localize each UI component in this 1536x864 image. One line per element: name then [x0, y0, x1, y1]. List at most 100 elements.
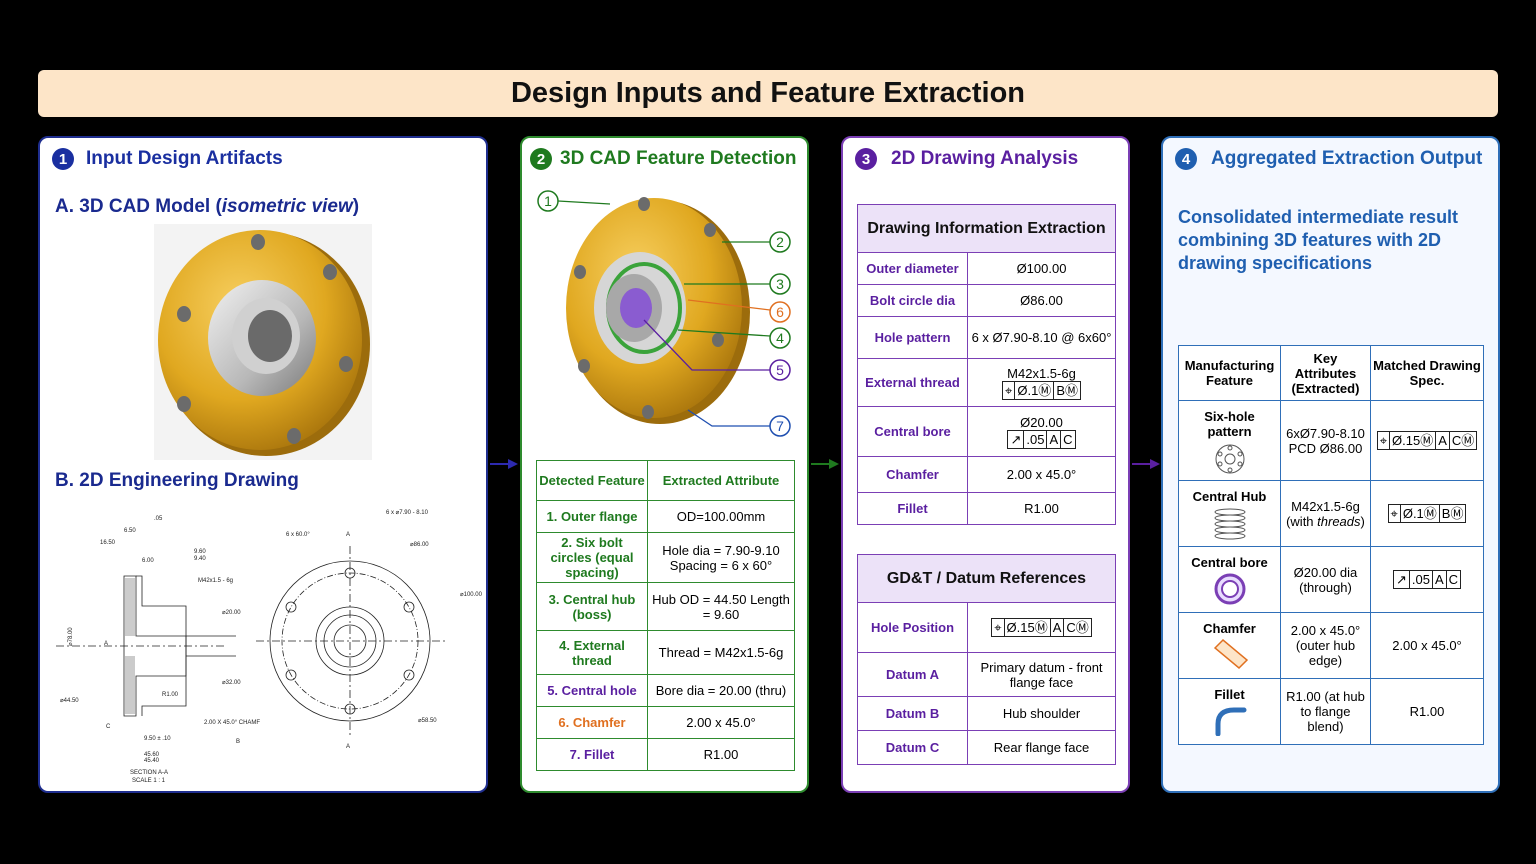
feature-cell: 6. Chamfer [536, 706, 648, 739]
position-icon: ⌖ [992, 619, 1005, 636]
table-row: 1. Outer flange OD=100.00mm [536, 500, 795, 533]
spec-cell: ↗ .05 A C [1369, 546, 1485, 613]
dim-text: 9.60 [194, 549, 206, 555]
label-cell: External thread [857, 358, 968, 407]
attr-cell: Thread = M42x1.5-6g [647, 630, 795, 675]
scale-label: SCALE 1 : 1 [132, 778, 166, 784]
panel-header: 4 Aggregated Extraction Output [1175, 148, 1482, 170]
callout-7: 7 [776, 418, 784, 434]
coil-icon [1214, 508, 1245, 540]
engineering-drawing: 6.50 16.50 6.00 9.60 9.40 M42x1.5 - 6g ⌀… [56, 510, 483, 784]
step-number: 1 [52, 148, 74, 170]
value-cell: Ø20.00 ↗ .05 A C [967, 406, 1116, 457]
attr-cell: Bore dia = 20.00 (thru) [647, 674, 795, 707]
panel-header: 3 2D Drawing Analysis [855, 148, 1078, 170]
feature-cell: 2. Six bolt circles (equal spacing) [536, 532, 648, 583]
bolt-hole [177, 306, 191, 322]
gdt-datum-table: GD&T / Datum References Hole Position ⌖ Ø… [857, 554, 1116, 765]
label-cell: Hole pattern [857, 316, 968, 359]
bore-value: Ø20.00 [1020, 414, 1063, 430]
arrow-right-icon [1132, 459, 1160, 469]
chamfer-icon [1213, 638, 1248, 670]
bolt-hole [712, 333, 724, 347]
fcf-cell: BⓂ [1441, 506, 1464, 521]
table-header: Key Attributes (Extracted) [1280, 345, 1371, 401]
callout-6: 6 [776, 304, 784, 320]
table-row: Hole pattern 6 x Ø7.90-8.10 @ 6x60° [857, 316, 1116, 359]
runout-icon: ↗ [1008, 430, 1025, 448]
feature-cell: Chamfer [1178, 612, 1281, 679]
panel-2d-drawing-analysis: 3 2D Drawing Analysis Drawing Informatio… [841, 136, 1130, 793]
step-number: 4 [1175, 148, 1197, 170]
label-cell: Datum C [857, 730, 968, 765]
panel-cad-feature-detection: 2 3D CAD Feature Detection 1 2 3 6 4 5 7… [520, 136, 809, 793]
table-row: 7. Fillet R1.00 [536, 738, 795, 771]
feature-label: Fillet [1214, 687, 1245, 702]
value-cell: Ø86.00 [967, 284, 1116, 317]
dim-text: 6.00 [142, 558, 154, 564]
arrow-right-icon [811, 459, 839, 469]
feature-cell: 7. Fillet [536, 738, 648, 771]
sub-a-prefix: A. 3D CAD Model ( [55, 196, 222, 217]
label-cell: Outer diameter [857, 252, 968, 285]
value-cell: R1.00 [967, 492, 1116, 525]
table-header: Matched Drawing Spec. [1369, 345, 1485, 401]
fcf-cell: .05 [1410, 571, 1433, 588]
attr-cell: 2.00 x 45.0° (outer hub edge) [1280, 612, 1371, 679]
attr-cell: R1.00 [647, 738, 795, 771]
thread-value: M42x1.5-6g [1007, 365, 1076, 381]
fcf-cell: .05 [1024, 430, 1048, 448]
feature-cell: Fillet [1178, 678, 1281, 745]
fcf-cell: Ø.1Ⓜ [1401, 505, 1440, 522]
fcf-cell: CⓂ [1451, 433, 1475, 448]
table-row: Outer diameter Ø100.00 [857, 252, 1116, 285]
callout-3: 3 [776, 276, 784, 292]
dim-text: ⌀86.00 [410, 542, 429, 548]
table-row: Central bore Ø20.00 dia (through) ↗ .05 A C [1178, 546, 1485, 613]
label-cell: Chamfer [857, 456, 968, 493]
attr-cell: 2.00 x 45.0° [647, 706, 795, 739]
panel-title: 3D CAD Feature Detection [560, 148, 797, 169]
fcf-cell: A [1436, 432, 1450, 449]
panel-aggregated-output: 4 Aggregated Extraction Output Consolida… [1161, 136, 1500, 793]
dim-text: 2.00 X 45.0° CHAMF [204, 720, 260, 726]
spec-cell: ⌖ Ø.1Ⓜ BⓂ [1369, 480, 1485, 547]
bolt-hole [638, 197, 650, 211]
datum-b: B [236, 739, 240, 745]
step-number: 2 [530, 148, 552, 170]
bolt-hole [642, 405, 654, 419]
description-text: Consolidated intermediate result combini… [1178, 207, 1459, 273]
dim-text: 9.50 ± .10 [144, 736, 171, 742]
table-row: Six-hole pattern 6xØ7.90-8.10 PCD Ø86.00… [1178, 400, 1485, 481]
table-row: Datum A Primary datum - front flange face [857, 652, 1116, 697]
page-title: Design Inputs and Feature Extraction [510, 77, 1026, 109]
feature-label: Central bore [1191, 555, 1268, 570]
position-icon: ⌖ [1389, 505, 1401, 522]
table-row: Datum C Rear flange face [857, 730, 1116, 765]
table-row: 3. Central hub (boss) Hub OD = 44.50 Leng… [536, 582, 795, 631]
runout-tolerance-frame: ↗ .05 A C [1392, 570, 1461, 589]
fcf-cell: C [1063, 431, 1073, 447]
label-cell: Fillet [857, 492, 968, 525]
bolt-hole [339, 356, 353, 372]
feature-cell: Central Hub [1178, 480, 1281, 547]
attr-text: ) [1360, 513, 1365, 529]
label-cell: Datum A [857, 652, 968, 697]
arrow-right-icon [490, 459, 518, 469]
table-row: Fillet R1.00 [857, 492, 1116, 525]
section-marker-a: A [346, 532, 350, 538]
table-header: Extracted Attribute [647, 460, 795, 501]
callout-2: 2 [776, 234, 784, 250]
fcf-cell: Ø.1Ⓜ [1015, 381, 1055, 399]
panel-title: Input Design Artifacts [86, 148, 283, 169]
table-row: Datum B Hub shoulder [857, 696, 1116, 731]
bolt-hole [574, 265, 586, 279]
table-row: 4. External thread Thread = M42x1.5-6g [536, 630, 795, 675]
table-row: 2. Six bolt circles (equal spacing) Hole … [536, 532, 795, 583]
value-cell: ⌖ Ø.15Ⓜ A CⓂ [967, 602, 1116, 653]
attr-cell: Hub OD = 44.50 Length = 9.60 [647, 582, 795, 631]
panel-title: 2D Drawing Analysis [891, 148, 1079, 169]
dim-text: 45.40 [144, 758, 160, 764]
position-tolerance-frame: ⌖ Ø.1Ⓜ BⓂ [1387, 504, 1467, 523]
title-banner: Design Inputs and Feature Extraction [38, 70, 1498, 117]
